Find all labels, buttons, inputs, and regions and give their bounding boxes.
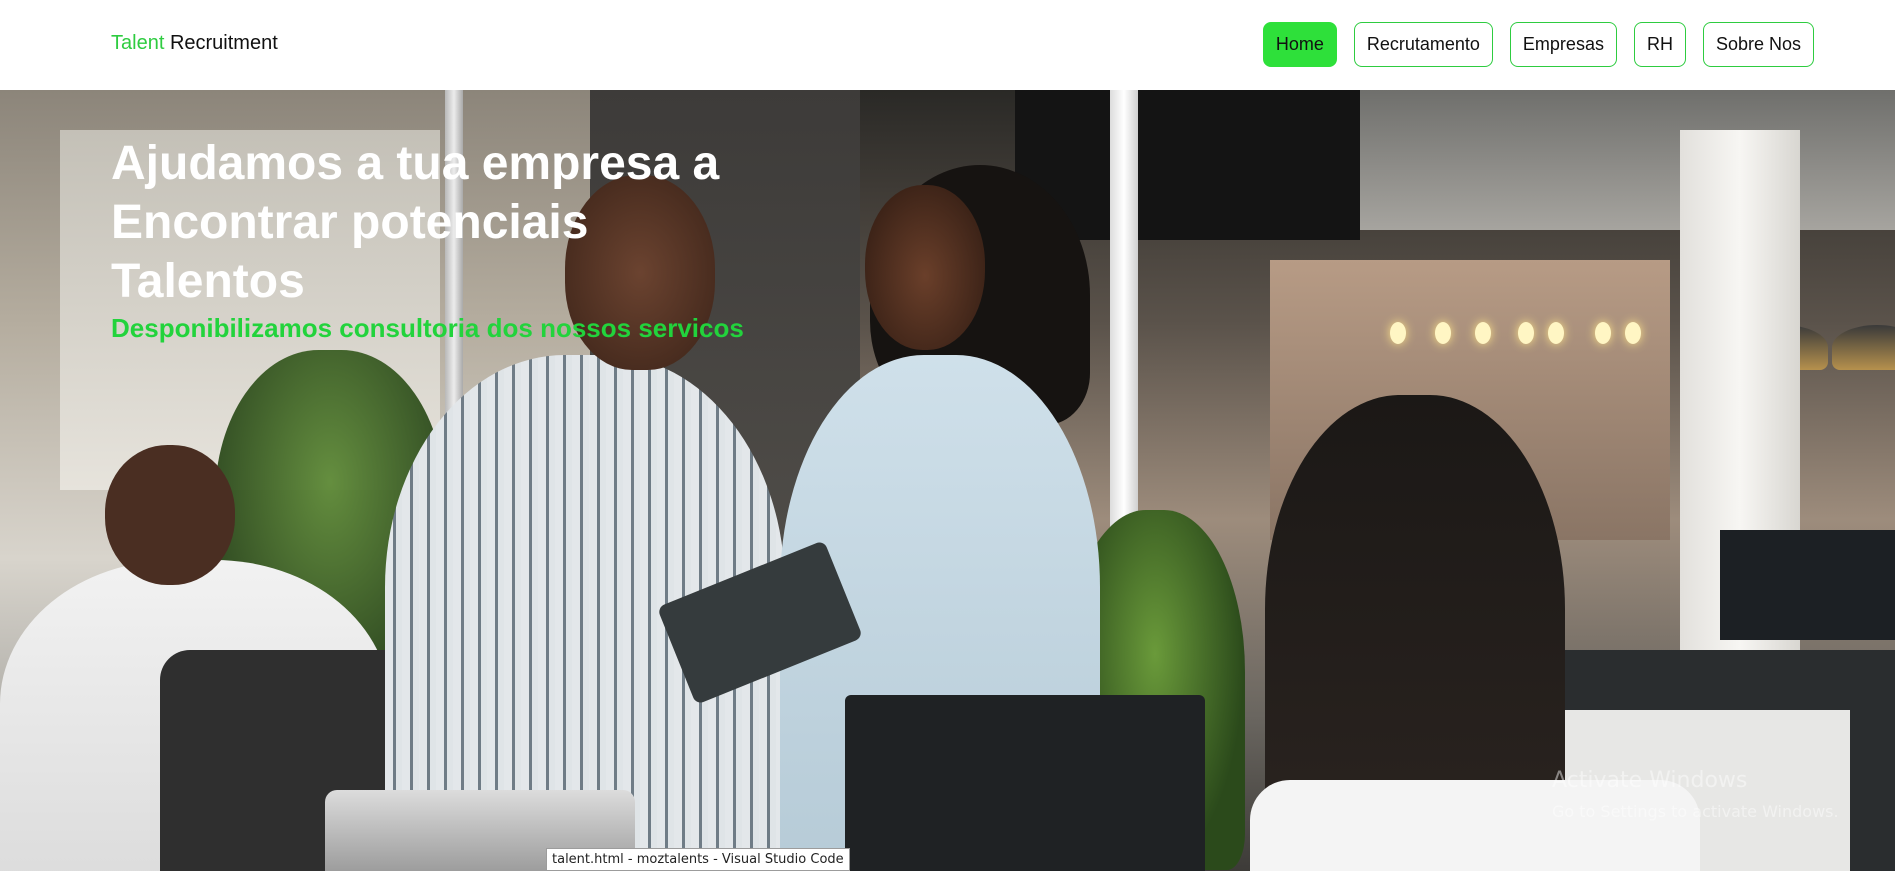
site-header: Talent Recruitment Home Recrutamento Emp… [0,0,1895,90]
light-icon [1475,322,1491,344]
light-icon [1435,322,1451,344]
hero-title: Ajudamos a tua empresa a Encontrar poten… [111,134,811,311]
nav-sobre-nos-button[interactable]: Sobre Nos [1702,22,1814,67]
nav-home-button[interactable]: Home [1262,22,1337,67]
office-ceiling [1360,90,1895,230]
light-icon [1625,322,1641,344]
hero-subtitle: Desponibilizamos consultoria dos nossos … [111,313,744,343]
person-back-shirt [1250,780,1700,871]
light-icon [1595,322,1611,344]
main-nav: Home Recrutamento Empresas RH Sobre Nos [1262,22,1814,67]
logo-accent: Talent [111,32,165,54]
logo[interactable]: Talent Recruitment [111,32,278,55]
nav-recrutamento-button[interactable]: Recrutamento [1353,22,1493,67]
light-icon [1518,322,1534,344]
nav-empresas-button[interactable]: Empresas [1509,22,1617,67]
taskbar-tooltip: talent.html - moztalents - Visual Studio… [546,848,850,871]
light-icon [1548,322,1564,344]
hero-text: Ajudamos a tua empresa a Encontrar poten… [111,134,811,344]
hero-section: Ajudamos a tua empresa a Encontrar poten… [0,90,1895,871]
laptop [845,695,1205,871]
person-seated-head [105,445,235,585]
logo-text: Recruitment [169,32,278,54]
nav-rh-button[interactable]: RH [1633,22,1686,67]
light-icon [1390,322,1406,344]
activate-windows-watermark: Activate Windows [1552,768,1748,793]
activate-windows-subtext: Go to Settings to activate Windows. [1552,802,1839,821]
hero-title-line: Ajudamos a tua empresa a [111,137,720,190]
hero-title-line: Talentos [111,255,305,308]
hero-title-line: Encontrar potenciais [111,196,589,249]
monitor [1720,530,1895,640]
person-standing-woman-head [865,185,985,350]
